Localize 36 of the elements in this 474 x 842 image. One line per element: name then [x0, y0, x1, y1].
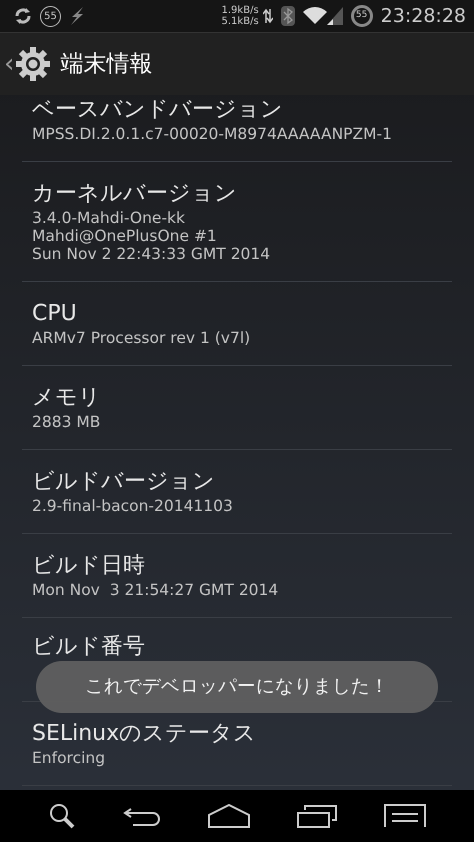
back-caret[interactable]: ‹ — [4, 51, 14, 77]
signal-icon — [326, 7, 343, 25]
setting-title: メモリ — [32, 384, 102, 412]
toast-message: これでデベロッパーになりました！ — [36, 661, 438, 713]
setting-value: Mahdi@OnePlusOne #1 — [32, 227, 218, 245]
setting-title: カーネルバージョン — [32, 180, 238, 208]
setting-title: CPU — [32, 300, 78, 328]
home-icon[interactable] — [208, 804, 250, 828]
setting-title: SELinuxのステータス — [32, 720, 258, 748]
menu-icon[interactable] — [384, 804, 426, 828]
upload-speed: 1.9kB/s — [222, 5, 259, 16]
bluetooth-icon — [280, 6, 295, 26]
setting-value: 2883 MB — [32, 413, 102, 431]
clock: 23:28:28 — [380, 4, 466, 29]
setting-title: ビルド日時 — [32, 552, 146, 580]
setting-value: Mon Nov 3 21:54:27 GMT 2014 — [32, 581, 280, 599]
notification-badge: 55 — [40, 6, 61, 26]
search-icon[interactable] — [48, 802, 76, 830]
setting-title: ベースバンドバージョン — [32, 96, 284, 124]
setting-value: Sun Nov 2 22:43:33 GMT 2014 — [32, 245, 272, 263]
data-arrows-icon — [262, 8, 273, 24]
setting-value: MPSS.DI.2.0.1.c7-00020-M8974AAAAANPZM-1 — [32, 125, 393, 143]
setting-title: ビルドバージョン — [32, 468, 216, 496]
lightning-icon — [69, 6, 85, 26]
gear-icon[interactable] — [14, 45, 52, 83]
sync-icon — [14, 7, 32, 25]
setting-value: 2.9-final-bacon-20141103 — [32, 497, 234, 515]
setting-value: 3.4.0-Mahdi-One-kk — [32, 209, 186, 227]
setting-value: Enforcing — [32, 749, 106, 767]
download-speed: 5.1kB/s — [222, 16, 259, 27]
battery-indicator: 55 — [350, 5, 373, 27]
wifi-icon — [302, 7, 327, 25]
setting-title: ビルド番号 — [32, 633, 146, 661]
setting-value: ARMv7 Processor rev 1 (v7l) — [32, 329, 252, 347]
recent-apps-icon[interactable] — [297, 804, 338, 828]
screen-title: 端末情報 — [60, 50, 152, 79]
